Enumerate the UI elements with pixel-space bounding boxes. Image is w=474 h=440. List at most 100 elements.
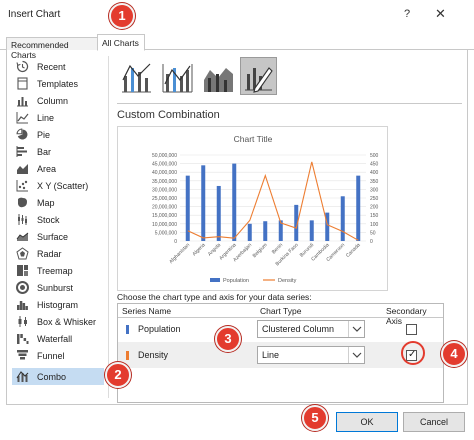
cancel-button[interactable]: Cancel (403, 412, 465, 432)
sidebar-item-label: X Y (Scatter) (37, 180, 89, 191)
sidebar-item-surface[interactable]: Surface (12, 228, 104, 245)
sidebar-item-stock[interactable]: Stock (12, 211, 104, 228)
y2-tick-label: 500 (370, 153, 379, 159)
sidebar-item-line[interactable]: Line (12, 109, 104, 126)
chevron-down-icon[interactable] (348, 347, 364, 363)
chart-type-value: Line (262, 350, 280, 360)
y-tick-label: 15,000,000 (152, 213, 177, 219)
header-chart-type: Chart Type (260, 306, 302, 316)
sidebar-item-histogram[interactable]: Histogram (12, 296, 104, 313)
callout-badge-1: 1 (109, 3, 135, 29)
sidebar-item-combo[interactable]: Combo (12, 368, 104, 385)
sidebar-item-label: Histogram (37, 299, 79, 310)
clustered-column-line-secondary-thumb[interactable] (158, 57, 195, 95)
tab-strip: Recommended Charts All Charts (0, 34, 474, 60)
window-title: Insert Chart (8, 9, 61, 20)
chart-type-list: Recent Templates Column Line Pie Bar Are… (12, 56, 106, 396)
series-color-swatch (126, 325, 129, 334)
line-density (187, 161, 359, 241)
sidebar-item-label: Surface (37, 231, 69, 242)
callout-badge-2: 2 (105, 362, 131, 388)
thumbs-divider (117, 103, 462, 104)
y2-tick-label: 100 (370, 222, 379, 228)
y-tick-label: 45,000,000 (152, 162, 177, 168)
bar-population (216, 185, 221, 241)
sidebar-item-label: Combo (37, 371, 67, 382)
sidebar-item-sunburst[interactable]: Sunburst (12, 279, 104, 296)
y-tick-label: 5,000,000 (155, 230, 177, 236)
sidebar-item-label: Waterfall (37, 333, 73, 344)
x-tick-label: Belgium (252, 242, 269, 259)
sidebar-item-treemap[interactable]: Treemap (12, 262, 104, 279)
sidebar-item-templates[interactable]: Templates (12, 75, 104, 92)
choose-label: Choose the chart type and axis for your … (117, 292, 312, 302)
y-tick-label: 35,000,000 (152, 179, 177, 185)
chart-type-dropdown-density[interactable]: Line (257, 346, 365, 364)
y2-tick-label: 150 (370, 213, 379, 219)
bar-population (340, 196, 345, 241)
box-whisker-icon (18, 316, 27, 327)
surface-icon (16, 232, 29, 241)
table-row: Density Line ✓ (118, 342, 443, 368)
sidebar-item-waterfall[interactable]: Waterfall (12, 330, 104, 347)
custom-combination-thumb[interactable] (240, 57, 277, 95)
area-icon (17, 164, 28, 174)
histogram-icon (17, 301, 28, 310)
chart-type-value: Clustered Column (262, 324, 335, 334)
ok-button[interactable]: OK (336, 412, 398, 432)
clustered-column-line-icon (122, 63, 151, 93)
sidebar-item-box-whisker[interactable]: Box & Whisker (12, 313, 104, 330)
sidebar-item-radar[interactable]: Radar (12, 245, 104, 262)
chart-type-dropdown-population[interactable]: Clustered Column (257, 320, 365, 338)
recent-icon (16, 60, 29, 73)
callout-badge-4: 4 (441, 341, 467, 367)
y-tick-label: 0 (174, 239, 177, 245)
chevron-down-icon[interactable] (348, 321, 364, 337)
y-tick-label: 20,000,000 (152, 205, 177, 211)
sidebar-item-column[interactable]: Column (12, 92, 104, 109)
sidebar-item-label: Funnel (37, 350, 65, 361)
funnel-icon (17, 350, 28, 360)
highlight-ring (401, 341, 425, 365)
legend-label-population: Population (223, 278, 249, 284)
tab-all-charts[interactable]: All Charts (97, 34, 145, 51)
bar-population (356, 175, 361, 241)
sidebar-divider (108, 56, 109, 398)
clustered-column-line-thumb[interactable] (117, 57, 154, 95)
table-row: Population Clustered Column (118, 316, 443, 342)
sidebar-item-area[interactable]: Area (12, 160, 104, 177)
stacked-area-column-thumb[interactable] (199, 57, 236, 95)
series-name: Population (138, 324, 181, 334)
sidebar-item-label: Pie (37, 129, 51, 140)
chart-preview: Chart Title 0 5,000,000 10,000,000 15,000,0… (117, 126, 388, 291)
secondary-axis-checkbox-population[interactable] (406, 324, 417, 335)
sidebar-item-map[interactable]: Map (12, 194, 104, 211)
x-tick-label: Afghanistan (168, 242, 191, 265)
sidebar-item-bar[interactable]: Bar (12, 143, 104, 160)
sidebar-item-label: Stock (37, 214, 60, 225)
y-tick-label: 25,000,000 (152, 196, 177, 202)
area-column-icon (204, 68, 233, 92)
waterfall-icon (17, 334, 29, 344)
y2-tick-label: 300 (370, 187, 379, 193)
y2-tick-label: 400 (370, 170, 379, 176)
legend-label-density: Density (278, 278, 297, 284)
close-button[interactable]: ✕ (435, 6, 446, 22)
tab-recommended-charts[interactable]: Recommended Charts (6, 37, 98, 60)
column-line-secondary-icon (162, 64, 193, 93)
sidebar-item-label: Area (37, 163, 57, 174)
sidebar-item-scatter[interactable]: X Y (Scatter) (12, 177, 104, 194)
y2-tick-label: 450 (370, 162, 379, 168)
sunburst-icon (16, 281, 29, 294)
bar-population (263, 221, 268, 241)
sidebar-item-funnel[interactable]: Funnel (12, 347, 104, 364)
bar-population (201, 165, 206, 241)
y2-tick-label: 350 (370, 179, 379, 185)
sidebar-item-recent[interactable]: Recent (12, 58, 104, 75)
sidebar-item-label: Recent (37, 61, 66, 72)
treemap-icon (17, 265, 28, 276)
help-button[interactable]: ? (404, 8, 410, 20)
sidebar-item-pie[interactable]: Pie (12, 126, 104, 143)
y-tick-label: 30,000,000 (152, 187, 177, 193)
custom-combination-icon (245, 67, 273, 93)
